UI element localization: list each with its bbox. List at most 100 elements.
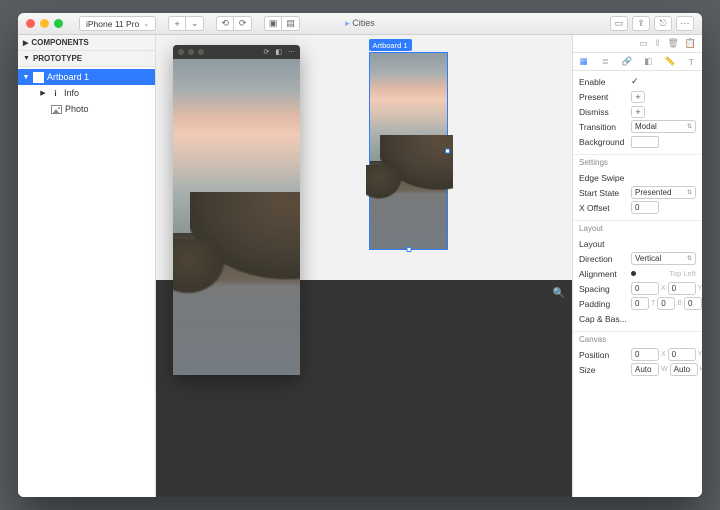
enable-label: Enable (579, 77, 627, 87)
insp-icon-0[interactable]: ▭ (639, 38, 648, 49)
size-w-field[interactable]: Auto (631, 363, 659, 376)
close-window-button[interactable] (26, 19, 35, 28)
app-window: iPhone 11 Pro ⌄ + ⌄ ⟲ ⟳ ▣ ▤ ▸ Cities ▭ ⇪… (18, 13, 702, 497)
simulator-screen (173, 59, 300, 375)
add-button[interactable]: + (168, 16, 186, 31)
xoffset-label: X Offset (579, 203, 627, 213)
position-x-field[interactable]: 0 (631, 348, 659, 361)
padding-r-field[interactable]: 0 (657, 297, 675, 310)
device-picker[interactable]: iPhone 11 Pro ⌄ (79, 16, 156, 31)
photo-content (173, 59, 300, 375)
components-header[interactable]: ▶COMPONENTS (18, 35, 155, 51)
section-layout: Layout Layout Direction Vertical⇅ Alignme… (573, 220, 702, 331)
list-view-button[interactable]: ▤ (282, 16, 300, 31)
position-y-field[interactable]: 0 (668, 348, 696, 361)
section-title: Layout (579, 224, 696, 233)
layout-label: Layout (579, 239, 627, 249)
direction-select[interactable]: Vertical⇅ (631, 252, 696, 265)
tab-style[interactable]: ◧ (638, 53, 660, 70)
disclosure-icon[interactable]: ▶ (39, 89, 47, 97)
size-label: Size (579, 365, 627, 375)
dismiss-label: Dismiss (579, 107, 627, 117)
alignment-label: Alignment (579, 269, 627, 279)
history-segmented: ⟲ ⟳ (216, 16, 252, 31)
tab-type[interactable]: T (681, 53, 703, 70)
layer-tree: ▼ Artboard 1 ▶ Info Photo (18, 67, 155, 119)
sim-more-icon[interactable]: ⋯ (288, 48, 295, 56)
minimize-window-button[interactable] (40, 19, 49, 28)
spacing-x-field[interactable]: 0 (631, 282, 659, 295)
chevron-updown-icon: ⇅ (687, 255, 692, 262)
tree-row-info[interactable]: ▶ Info (18, 85, 155, 101)
prototype-header[interactable]: ▼PROTOTYPE (18, 51, 155, 67)
main-area: ▶COMPONENTS ▼PROTOTYPE ▼ Artboard 1 ▶ In… (18, 35, 702, 497)
device-picker-label: iPhone 11 Pro (86, 19, 139, 29)
section-title: Settings (579, 158, 696, 167)
tab-link[interactable]: 🔗 (616, 53, 638, 70)
add-menu-button[interactable]: ⌄ (186, 16, 204, 31)
view-segmented: ▣ ▤ (264, 16, 300, 31)
simulator-window[interactable]: ⟳ ◧ ⋯ (173, 45, 300, 375)
resize-handle-bottom[interactable] (406, 247, 411, 252)
tree-row-label: Artboard 1 (47, 72, 89, 82)
transition-select[interactable]: Modal⇅ (631, 120, 696, 133)
canvas-view-button[interactable]: ▣ (264, 16, 282, 31)
tab-ruler[interactable]: 📏 (659, 53, 681, 70)
add-segmented: + ⌄ (168, 16, 204, 31)
artboard-label[interactable]: Artboard 1 (369, 39, 412, 51)
startstate-select[interactable]: Presented⇅ (631, 186, 696, 199)
tree-row-artboard[interactable]: ▼ Artboard 1 (18, 69, 155, 85)
dismiss-add-button[interactable]: + (631, 106, 645, 118)
toolbar-btn-3[interactable]: ⋯ (676, 16, 694, 31)
artboard-photo (370, 53, 447, 249)
size-h-field[interactable]: Auto (670, 363, 698, 376)
sim-refresh-icon[interactable]: ⟳ (264, 48, 270, 56)
titlebar: iPhone 11 Pro ⌄ + ⌄ ⟲ ⟳ ▣ ▤ ▸ Cities ▭ ⇪… (18, 13, 702, 35)
spacing-y-field[interactable]: 0 (668, 282, 696, 295)
zoom-window-button[interactable] (54, 19, 63, 28)
direction-label: Direction (579, 254, 627, 264)
simulator-titlebar: ⟳ ◧ ⋯ (173, 45, 300, 59)
insp-icon-copy[interactable]: 📋 (685, 38, 696, 49)
resize-handle-right[interactable] (445, 149, 450, 154)
edgeswipe-label: Edge Swipe (579, 173, 627, 183)
sim-layout-icon[interactable]: ◧ (275, 48, 282, 56)
spacing-label: Spacing (579, 284, 627, 294)
padding-b-field[interactable]: 0 (684, 297, 702, 310)
tab-layout[interactable]: ▦ (573, 53, 595, 70)
alignment-indicator[interactable] (631, 271, 636, 276)
background-colorwell[interactable] (631, 136, 659, 148)
search-icon[interactable]: 🔍 (552, 286, 566, 300)
window-controls (26, 19, 63, 28)
sim-dot-icon (178, 49, 184, 55)
image-icon (51, 105, 62, 114)
toolbar-right: ▭ ⇪ ⎋ ⋯ (610, 16, 694, 31)
insp-icon-trash[interactable]: 🗑 (667, 38, 678, 49)
padding-t-field[interactable]: 0 (631, 297, 649, 310)
undo-button[interactable]: ⟲ (216, 16, 234, 31)
disclosure-icon[interactable]: ▼ (22, 74, 30, 81)
section-settings: Settings Edge Swipe Start StatePresented… (573, 154, 702, 220)
toolbar-btn-2[interactable]: ⎋ (654, 16, 672, 31)
tab-layers[interactable]: ≣ (595, 53, 617, 70)
present-label: Present (579, 92, 627, 102)
present-add-button[interactable]: + (631, 91, 645, 103)
redo-button[interactable]: ⟳ (234, 16, 252, 31)
xoffset-field[interactable]: 0 (631, 201, 659, 214)
artboard-selected[interactable]: Artboard 1 (369, 52, 448, 250)
canvas[interactable]: 🔍 ⟳ ◧ ⋯ Artboard 1 (156, 35, 572, 497)
position-label: Position (579, 350, 627, 360)
insp-icon-1[interactable]: ⇪ (654, 38, 662, 49)
tree-row-label: Info (64, 88, 79, 98)
tree-row-photo[interactable]: Photo (18, 101, 155, 117)
enable-checkbox[interactable]: ✓ (631, 76, 639, 87)
toolbar-btn-1[interactable]: ⇪ (632, 16, 650, 31)
artboard-icon (33, 72, 44, 83)
sim-dot-icon (198, 49, 204, 55)
inspector-action-bar: ▭ ⇪ 🗑 📋 (573, 35, 702, 53)
chevron-down-icon: ⌄ (143, 20, 149, 28)
chevron-updown-icon: ⇅ (687, 189, 692, 196)
tree-row-label: Photo (65, 104, 89, 114)
sim-dot-icon (188, 49, 194, 55)
toolbar-btn-0[interactable]: ▭ (610, 16, 628, 31)
